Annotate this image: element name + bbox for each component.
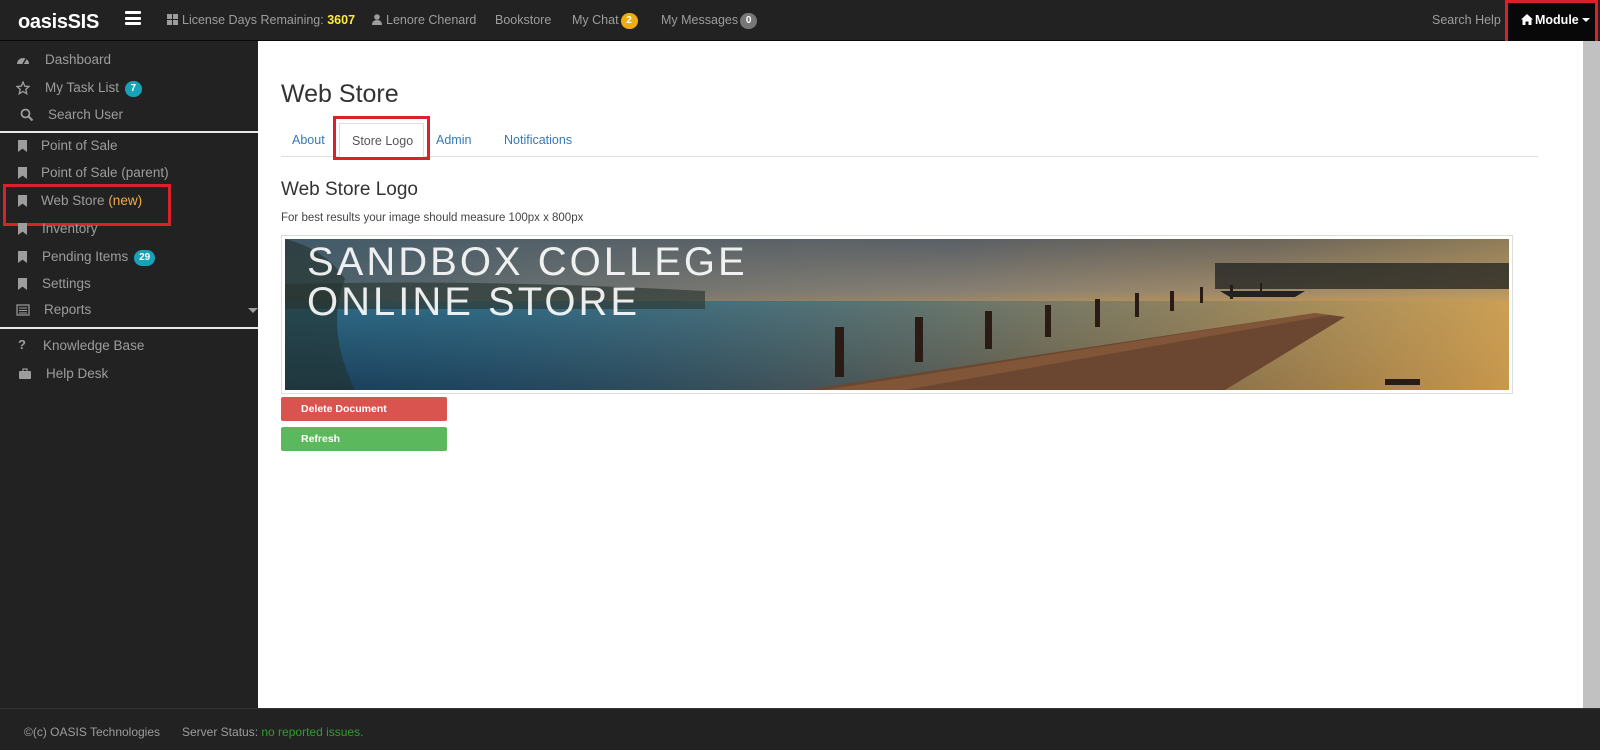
top-navbar: oasisSIS License Days Remaining: 3607 Le… [0, 0, 1600, 44]
my-chat-label: My Chat [572, 13, 619, 27]
module-dropdown[interactable]: Module [1507, 2, 1595, 40]
sidebar-label-inventory: Inventory [42, 221, 98, 236]
my-messages-label: My Messages [661, 13, 739, 27]
main-content: Web Store About Store Logo Admin Notific… [258, 41, 1583, 708]
question-icon: ? [18, 337, 26, 352]
license-days: License Days Remaining: 3607 [167, 13, 355, 27]
copyright-text: ©(c) OASIS Technologies [24, 725, 161, 739]
user-name: Lenore Chenard [386, 13, 477, 27]
bookmark-icon [16, 139, 30, 153]
sidebar-label-task-list: My Task List 7 [45, 80, 142, 97]
store-logo-image: SANDBOX COLLEGE ONLINE STORE [285, 239, 1509, 390]
tab-bar: About Store Logo Admin Notifications [281, 123, 1538, 158]
pending-items-text: Pending Items [42, 249, 129, 264]
sidebar-label-pending-items: Pending Items 29 [42, 249, 156, 266]
sidebar-label-web-store: Web Store (new) [41, 193, 142, 208]
sidebar-item-help-desk[interactable]: Help Desk [0, 362, 258, 388]
sidebar-item-web-store[interactable]: Web Store (new) [0, 189, 258, 215]
sidebar-label-dashboard: Dashboard [45, 52, 112, 67]
web-store-text: Web Store [41, 193, 105, 208]
sidebar-divider [0, 131, 258, 133]
chevron-down-icon [1581, 18, 1590, 22]
tab-admin[interactable]: Admin [436, 123, 471, 157]
messages-count-badge: 0 [740, 13, 758, 29]
sidebar-item-dashboard[interactable]: Dashboard [0, 48, 258, 74]
dashboard-icon [17, 58, 29, 65]
sidebar-item-inventory[interactable]: Inventory [0, 217, 258, 243]
grid-icon [167, 14, 178, 25]
footer: ©(c) OASIS Technologies Server Status: n… [0, 708, 1600, 750]
my-messages-link[interactable]: My Messages 0 [661, 13, 758, 29]
sidebar-label-point-of-sale: Point of Sale [41, 138, 118, 153]
task-list-text: My Task List [45, 80, 120, 95]
bookmark-icon [16, 194, 30, 208]
server-status-value: no reported issues. [261, 725, 364, 739]
logo-line-1: SANDBOX COLLEGE [307, 240, 748, 284]
sidebar-item-reports[interactable]: Reports [0, 298, 258, 324]
scrollbar[interactable] [1583, 41, 1600, 708]
server-status-label: Server Status: [182, 725, 259, 739]
bookmark-icon [16, 250, 30, 264]
sidebar-label-knowledge-base: Knowledge Base [43, 338, 145, 353]
pending-count-badge: 29 [134, 250, 156, 266]
logo-line-2: ONLINE STORE [307, 280, 640, 324]
refresh-button[interactable]: Refresh [281, 427, 447, 451]
search-help-link[interactable]: Search Help [1432, 13, 1501, 27]
sidebar-label-point-of-sale-parent: Point of Sale (parent) [41, 165, 169, 180]
bookstore-link[interactable]: Bookstore [495, 13, 551, 27]
chat-count-badge: 2 [620, 13, 638, 29]
user-icon [372, 14, 382, 25]
menu-toggle-icon[interactable] [125, 11, 141, 25]
page-title: Web Store [281, 80, 399, 108]
license-value: 3607 [327, 13, 356, 27]
sidebar-label-settings: Settings [42, 276, 91, 291]
user-menu[interactable]: Lenore Chenard [372, 13, 476, 27]
home-icon [1521, 14, 1533, 25]
list-icon [16, 304, 30, 316]
bookmark-icon [16, 222, 30, 236]
sidebar-label-help-desk: Help Desk [46, 366, 109, 381]
tab-notifications[interactable]: Notifications [504, 123, 572, 157]
server-status: Server Status: no reported issues. [182, 725, 363, 739]
bookmark-icon [16, 277, 30, 291]
section-title: Web Store Logo [281, 179, 418, 200]
new-tag: (new) [108, 193, 143, 208]
bookmark-icon [16, 166, 30, 180]
sidebar-item-point-of-sale[interactable]: Point of Sale [0, 134, 258, 160]
my-chat-link[interactable]: My Chat 2 [572, 13, 638, 29]
store-logo-frame: SANDBOX COLLEGE ONLINE STORE [281, 235, 1513, 394]
sidebar: Dashboard My Task List 7 Search User Poi… [0, 41, 258, 708]
image-size-hint: For best results your image should measu… [281, 212, 584, 224]
sidebar-label-reports: Reports [44, 302, 92, 317]
delete-document-button[interactable]: Delete Document [281, 397, 447, 421]
sidebar-item-pending-items[interactable]: Pending Items 29 [0, 245, 258, 271]
expand-arrow-icon[interactable] [248, 308, 258, 313]
task-count-badge: 7 [124, 81, 142, 97]
brand-logo[interactable]: oasisSIS [18, 11, 99, 34]
sidebar-divider [0, 327, 258, 329]
sidebar-item-search-user[interactable]: Search User [0, 103, 258, 129]
briefcase-icon [19, 368, 31, 379]
sidebar-item-settings[interactable]: Settings [0, 272, 258, 298]
sidebar-item-point-of-sale-parent[interactable]: Point of Sale (parent) [0, 161, 258, 187]
license-label: License Days Remaining: [182, 13, 324, 27]
star-icon [16, 81, 30, 95]
sidebar-item-task-list[interactable]: My Task List 7 [0, 76, 258, 102]
sidebar-item-knowledge-base[interactable]: ? Knowledge Base [0, 334, 258, 360]
search-icon [20, 108, 34, 122]
tab-about[interactable]: About [292, 123, 325, 157]
tab-store-logo[interactable]: Store Logo [339, 123, 424, 158]
sidebar-label-search-user: Search User [48, 107, 124, 122]
module-label: Module [1535, 13, 1579, 27]
